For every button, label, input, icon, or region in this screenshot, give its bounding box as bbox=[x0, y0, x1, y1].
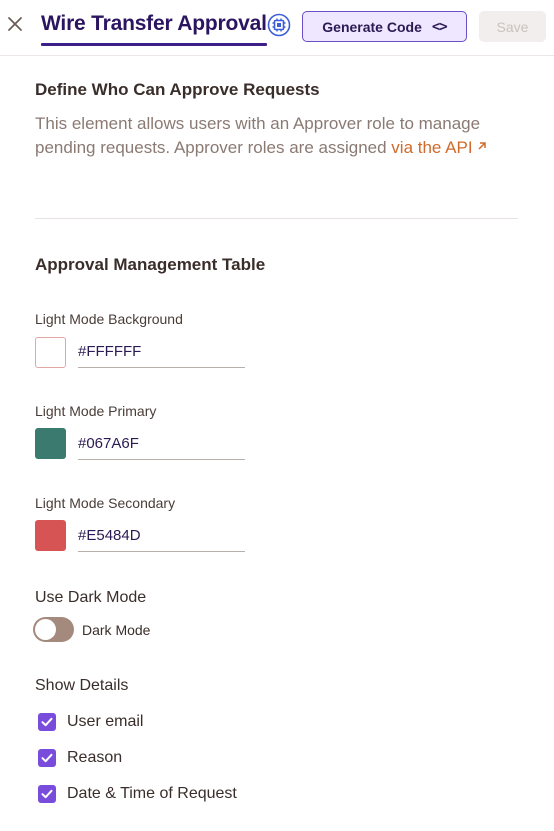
close-icon[interactable] bbox=[6, 15, 24, 33]
check-icon bbox=[41, 753, 53, 763]
check-icon bbox=[41, 717, 53, 727]
bg-color-label: Light Mode Background bbox=[35, 311, 183, 327]
user-email-option[interactable]: User email bbox=[38, 712, 143, 732]
save-button[interactable]: Save bbox=[479, 11, 546, 42]
toggle-knob bbox=[35, 619, 56, 640]
secondary-color-swatch[interactable] bbox=[35, 520, 66, 551]
dark-mode-toggle[interactable] bbox=[33, 617, 74, 642]
primary-color-label: Light Mode Primary bbox=[35, 403, 157, 419]
api-link-text: via the API bbox=[391, 138, 473, 157]
reason-label: Reason bbox=[67, 749, 123, 766]
bg-color-swatch[interactable] bbox=[35, 337, 66, 368]
dark-mode-toggle-label: Dark Mode bbox=[82, 622, 151, 638]
user-email-label: User email bbox=[67, 713, 144, 730]
request-datetime-label: Date & Time of Request bbox=[67, 785, 237, 802]
check-icon bbox=[41, 789, 53, 799]
api-link[interactable]: via the API bbox=[391, 138, 487, 157]
secondary-color-input[interactable] bbox=[78, 520, 245, 552]
primary-color-swatch[interactable] bbox=[35, 428, 66, 459]
generate-code-button[interactable]: Generate Code <> bbox=[302, 11, 467, 42]
generate-code-label: Generate Code bbox=[322, 18, 422, 35]
code-brackets-icon: <> bbox=[431, 18, 448, 35]
bg-color-input[interactable] bbox=[78, 336, 245, 368]
table-heading: Approval Management Table bbox=[35, 255, 266, 274]
checkbox-checked[interactable] bbox=[38, 749, 56, 767]
show-details-heading: Show Details bbox=[35, 677, 129, 694]
section-divider bbox=[35, 218, 518, 219]
approvers-heading: Define Who Can Approve Requests bbox=[35, 80, 320, 99]
request-datetime-option[interactable]: Date & Time of Request bbox=[38, 784, 237, 804]
page-title[interactable]: Wire Transfer Approval bbox=[41, 12, 266, 36]
primary-color-input[interactable] bbox=[78, 428, 245, 460]
cpu-chip-icon bbox=[267, 13, 291, 37]
dark-mode-heading: Use Dark Mode bbox=[35, 589, 147, 606]
checkbox-checked[interactable] bbox=[38, 713, 56, 731]
secondary-color-label: Light Mode Secondary bbox=[35, 495, 176, 511]
title-field[interactable]: Wire Transfer Approval bbox=[41, 8, 292, 48]
title-underline bbox=[41, 43, 267, 46]
external-arrow-icon bbox=[478, 142, 486, 150]
top-bar: Wire Transfer Approval Generate Code <> … bbox=[0, 0, 554, 56]
approvers-description: This element allows users with an Approv… bbox=[35, 112, 525, 160]
checkbox-checked[interactable] bbox=[38, 785, 56, 803]
reason-option[interactable]: Reason bbox=[38, 748, 122, 768]
